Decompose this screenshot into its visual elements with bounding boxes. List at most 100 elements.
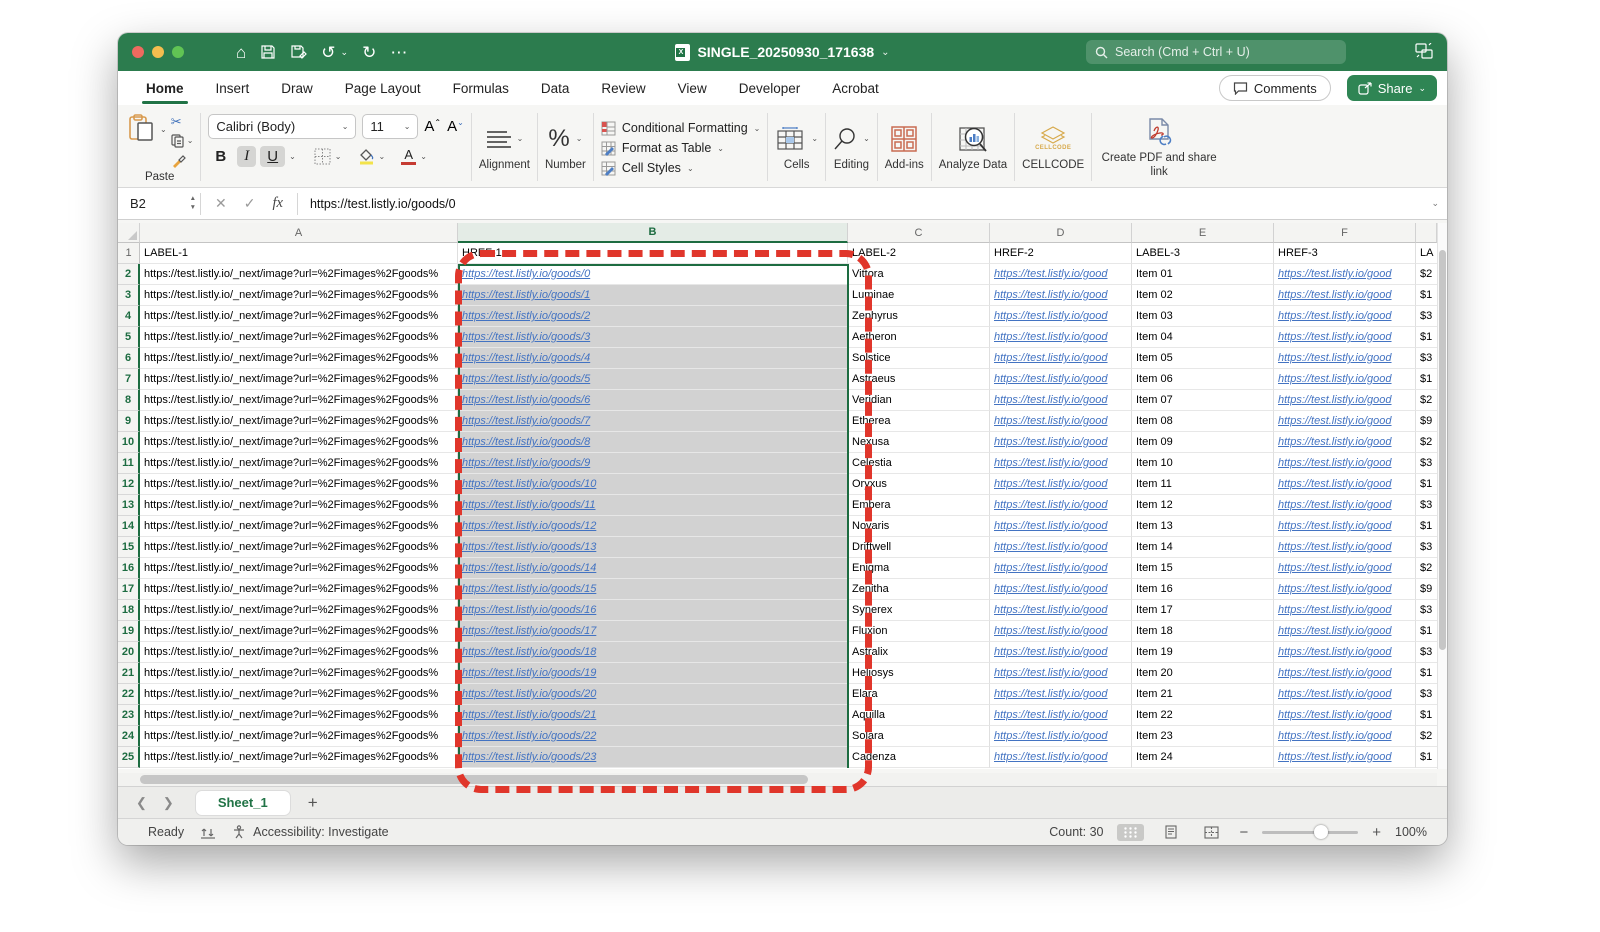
hyperlink[interactable]: https://test.listly.io/good	[1278, 352, 1392, 364]
cell-d13[interactable]: https://test.listly.io/good	[990, 495, 1132, 516]
cancel-icon[interactable]: ✕	[215, 195, 227, 212]
hyperlink[interactable]: https://test.listly.io/goods/11	[462, 499, 596, 511]
minimize-window-button[interactable]	[152, 46, 164, 58]
addins-group[interactable]: Add-ins	[885, 109, 924, 185]
row-header-13[interactable]: 13	[118, 495, 140, 516]
zoom-in-button[interactable]: +	[1372, 824, 1381, 841]
cell-a4[interactable]: https://test.listly.io/_next/image?url=%…	[140, 306, 458, 327]
cell-d20[interactable]: https://test.listly.io/good	[990, 642, 1132, 663]
cell-d7[interactable]: https://test.listly.io/good	[990, 369, 1132, 390]
cell-f21[interactable]: https://test.listly.io/good	[1274, 663, 1416, 684]
more-commands-icon[interactable]: ⋯	[390, 44, 407, 61]
cell-b4[interactable]: https://test.listly.io/goods/2	[458, 306, 848, 327]
cell-b2[interactable]: https://test.listly.io/goods/0	[458, 264, 848, 285]
cellcode-group[interactable]: CELLCODE CELLCODE	[1022, 109, 1084, 185]
hyperlink[interactable]: https://test.listly.io/good	[994, 562, 1108, 574]
cell-c3[interactable]: Luminae	[848, 285, 990, 306]
cell-f14[interactable]: https://test.listly.io/good	[1274, 516, 1416, 537]
hyperlink[interactable]: https://test.listly.io/good	[1278, 730, 1392, 742]
cell-g9[interactable]: $9	[1416, 411, 1437, 432]
cell-d4[interactable]: https://test.listly.io/good	[990, 306, 1132, 327]
hyperlink[interactable]: https://test.listly.io/good	[994, 751, 1108, 763]
hyperlink[interactable]: https://test.listly.io/goods/22	[462, 730, 596, 742]
cell-b20[interactable]: https://test.listly.io/goods/18	[458, 642, 848, 663]
cell-a3[interactable]: https://test.listly.io/_next/image?url=%…	[140, 285, 458, 306]
shrink-font-button[interactable]: A⌄	[447, 118, 464, 135]
cell-a18[interactable]: https://test.listly.io/_next/image?url=%…	[140, 600, 458, 621]
keyboard-shortcuts-icon[interactable]	[200, 826, 216, 839]
cell-d24[interactable]: https://test.listly.io/good	[990, 726, 1132, 747]
cell-a7[interactable]: https://test.listly.io/_next/image?url=%…	[140, 369, 458, 390]
hyperlink[interactable]: https://test.listly.io/goods/21	[462, 709, 596, 721]
cell-a15[interactable]: https://test.listly.io/_next/image?url=%…	[140, 537, 458, 558]
editing-chevron-icon[interactable]: ⌄	[863, 134, 870, 143]
cell-g7[interactable]: $1	[1416, 369, 1437, 390]
cell-e7[interactable]: Item 06	[1132, 369, 1274, 390]
cell-g3[interactable]: $1	[1416, 285, 1437, 306]
cell-c7[interactable]: Astraeus	[848, 369, 990, 390]
hyperlink[interactable]: https://test.listly.io/good	[994, 730, 1108, 742]
hyperlink[interactable]: https://test.listly.io/good	[1278, 751, 1392, 763]
hyperlink[interactable]: https://test.listly.io/good	[994, 541, 1108, 553]
cell-g16[interactable]: $2	[1416, 558, 1437, 579]
tab-developer[interactable]: Developer	[737, 75, 803, 102]
hyperlink[interactable]: https://test.listly.io/goods/7	[462, 415, 590, 427]
cell-g18[interactable]: $3	[1416, 600, 1437, 621]
hyperlink[interactable]: https://test.listly.io/good	[994, 583, 1108, 595]
document-title[interactable]: SINGLE_20250930_171638	[697, 44, 874, 60]
window-switcher-icon[interactable]	[1415, 43, 1433, 59]
cell-c2[interactable]: Vittora	[848, 264, 990, 285]
enter-icon[interactable]: ✓	[244, 195, 256, 212]
row-header-4[interactable]: 4	[118, 306, 140, 327]
hyperlink[interactable]: https://test.listly.io/goods/4	[462, 352, 590, 364]
column-header-d[interactable]: D	[990, 223, 1132, 243]
cell-f12[interactable]: https://test.listly.io/good	[1274, 474, 1416, 495]
cell-a24[interactable]: https://test.listly.io/_next/image?url=%…	[140, 726, 458, 747]
cell-f11[interactable]: https://test.listly.io/good	[1274, 453, 1416, 474]
cell-d3[interactable]: https://test.listly.io/good	[990, 285, 1132, 306]
cell-a20[interactable]: https://test.listly.io/_next/image?url=%…	[140, 642, 458, 663]
cell-d12[interactable]: https://test.listly.io/good	[990, 474, 1132, 495]
hyperlink[interactable]: https://test.listly.io/good	[1278, 604, 1392, 616]
row-header-20[interactable]: 20	[118, 642, 140, 663]
undo-chevron-icon[interactable]: ⌄	[341, 47, 349, 58]
cell-e20[interactable]: Item 19	[1132, 642, 1274, 663]
cell-c13[interactable]: Embera	[848, 495, 990, 516]
cell-b14[interactable]: https://test.listly.io/goods/12	[458, 516, 848, 537]
cell-c20[interactable]: Astralix	[848, 642, 990, 663]
tab-home[interactable]: Home	[144, 75, 186, 102]
cell-d2[interactable]: https://test.listly.io/good	[990, 264, 1132, 285]
hyperlink[interactable]: https://test.listly.io/goods/9	[462, 457, 590, 469]
cell-g2[interactable]: $2	[1416, 264, 1437, 285]
sheet-tab[interactable]: Sheet_1	[196, 791, 290, 815]
cell-e14[interactable]: Item 13	[1132, 516, 1274, 537]
cell-e3[interactable]: Item 02	[1132, 285, 1274, 306]
hyperlink[interactable]: https://test.listly.io/good	[1278, 268, 1392, 280]
cell-b23[interactable]: https://test.listly.io/goods/21	[458, 705, 848, 726]
row-header-21[interactable]: 21	[118, 663, 140, 684]
hyperlink[interactable]: https://test.listly.io/goods/19	[462, 667, 596, 679]
cell-b1[interactable]: HREF-1	[458, 243, 848, 264]
cell-c15[interactable]: Driftwell	[848, 537, 990, 558]
hyperlink[interactable]: https://test.listly.io/good	[1278, 688, 1392, 700]
column-header-e[interactable]: E	[1132, 223, 1274, 243]
title-chevron-icon[interactable]: ⌄	[881, 47, 889, 58]
hyperlink[interactable]: https://test.listly.io/goods/5	[462, 373, 590, 385]
cell-a8[interactable]: https://test.listly.io/_next/image?url=%…	[140, 390, 458, 411]
hyperlink[interactable]: https://test.listly.io/goods/2	[462, 310, 590, 322]
hyperlink[interactable]: https://test.listly.io/good	[1278, 646, 1392, 658]
hyperlink[interactable]: https://test.listly.io/good	[994, 646, 1108, 658]
cell-f10[interactable]: https://test.listly.io/good	[1274, 432, 1416, 453]
cell-c21[interactable]: Heliosys	[848, 663, 990, 684]
undo-icon[interactable]: ↺	[321, 44, 335, 61]
cell-d8[interactable]: https://test.listly.io/good	[990, 390, 1132, 411]
zoom-out-button[interactable]: −	[1239, 824, 1248, 841]
cell-f13[interactable]: https://test.listly.io/good	[1274, 495, 1416, 516]
cell-b11[interactable]: https://test.listly.io/goods/9	[458, 453, 848, 474]
cell-e21[interactable]: Item 20	[1132, 663, 1274, 684]
cell-b10[interactable]: https://test.listly.io/goods/8	[458, 432, 848, 453]
close-window-button[interactable]	[132, 46, 144, 58]
column-header-b[interactable]: B	[458, 223, 848, 243]
cell-d6[interactable]: https://test.listly.io/good	[990, 348, 1132, 369]
cell-f5[interactable]: https://test.listly.io/good	[1274, 327, 1416, 348]
